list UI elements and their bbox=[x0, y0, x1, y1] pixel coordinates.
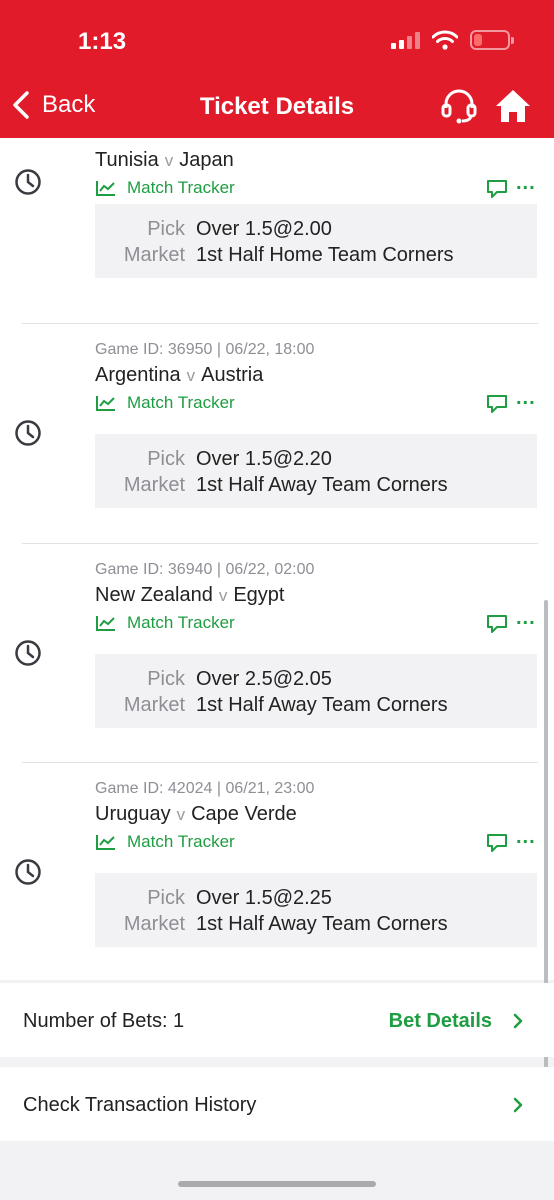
home-team: New Zealand bbox=[95, 584, 213, 606]
pick-label: Pick bbox=[147, 218, 185, 240]
number-of-bets: Number of Bets: 1 bbox=[23, 1010, 185, 1032]
match-teams: Argentina v Austria bbox=[95, 364, 263, 387]
clock-icon bbox=[15, 859, 41, 885]
divider bbox=[22, 762, 538, 763]
chat-bubble-icon[interactable] bbox=[486, 179, 508, 199]
match-tracker-link[interactable]: Match Tracker bbox=[95, 178, 235, 198]
chat-bubble-icon[interactable] bbox=[486, 394, 508, 414]
bet-item: Tunisia v Japan Match Tracker ... Pick Ove… bbox=[0, 138, 554, 328]
home-team: Tunisia bbox=[95, 149, 159, 171]
market-label: Market bbox=[123, 913, 185, 935]
line-chart-icon bbox=[96, 181, 115, 196]
away-team: Cape Verde bbox=[191, 803, 297, 825]
match-tracker-link[interactable]: Match Tracker bbox=[95, 832, 235, 852]
match-tracker-label: Match Tracker bbox=[127, 393, 235, 412]
pick-value: Over 1.5@2.20 bbox=[196, 448, 332, 470]
pick-value: Over 1.5@2.00 bbox=[196, 218, 332, 240]
transaction-history-row[interactable]: Check Transaction History bbox=[0, 1067, 554, 1141]
match-tracker-link[interactable]: Match Tracker bbox=[95, 613, 235, 633]
chevron-right-icon bbox=[513, 1097, 523, 1113]
cellular-signal-icon bbox=[391, 31, 420, 49]
pick-value: Over 2.5@2.05 bbox=[196, 668, 332, 690]
vs-label: v bbox=[164, 151, 174, 170]
bets-list[interactable]: Tunisia v Japan Match Tracker ... Pick Ove… bbox=[0, 138, 554, 980]
vs-label: v bbox=[186, 366, 196, 385]
vs-label: v bbox=[218, 586, 228, 605]
match-tracker-label: Match Tracker bbox=[127, 613, 235, 632]
pick-value: Over 1.5@2.25 bbox=[196, 887, 332, 909]
pick-label: Pick bbox=[147, 448, 185, 470]
more-options-button[interactable]: ... bbox=[516, 172, 536, 195]
line-chart-icon bbox=[96, 396, 115, 411]
match-teams: Uruguay v Cape Verde bbox=[95, 803, 297, 826]
pick-label: Pick bbox=[147, 668, 185, 690]
home-icon[interactable] bbox=[494, 88, 532, 124]
pick-label: Pick bbox=[147, 887, 185, 909]
header: 1:13 Back Ticket Details bbox=[0, 0, 554, 138]
more-options-button[interactable]: ... bbox=[516, 607, 536, 630]
market-label: Market bbox=[123, 244, 185, 266]
match-teams: New Zealand v Egypt bbox=[95, 584, 285, 607]
game-info: Game ID: 36950 | 06/22, 18:00 bbox=[95, 341, 315, 358]
line-chart-icon bbox=[96, 616, 115, 631]
market-value: 1st Half Home Team Corners bbox=[196, 244, 454, 266]
bet-details-link[interactable]: Bet Details bbox=[389, 1010, 492, 1033]
divider bbox=[22, 543, 538, 544]
bet-summary-row[interactable]: Number of Bets: 1 Bet Details bbox=[0, 983, 554, 1057]
away-team: Austria bbox=[201, 364, 264, 386]
chat-bubble-icon[interactable] bbox=[486, 614, 508, 634]
nav-bar: Back Ticket Details bbox=[0, 80, 554, 136]
market-value: 1st Half Away Team Corners bbox=[196, 694, 448, 716]
bet-item: Game ID: 36940 | 06/22, 02:00 New Zealan… bbox=[0, 543, 554, 763]
home-team: Uruguay bbox=[95, 803, 171, 825]
market-label: Market bbox=[123, 694, 185, 716]
pick-details: Pick Over 1.5@2.20 Market 1st Half Away … bbox=[95, 434, 537, 508]
match-tracker-label: Match Tracker bbox=[127, 832, 235, 851]
away-team: Japan bbox=[179, 149, 234, 171]
bet-item: Game ID: 42024 | 06/21, 23:00 Uruguay v Ca… bbox=[0, 762, 554, 980]
pick-details: Pick Over 2.5@2.05 Market 1st Half Away … bbox=[95, 654, 537, 728]
away-team: Egypt bbox=[233, 584, 285, 606]
match-teams: Tunisia v Japan bbox=[95, 149, 234, 172]
market-value: 1st Half Away Team Corners bbox=[196, 474, 448, 496]
chat-bubble-icon[interactable] bbox=[486, 833, 508, 853]
game-info: Game ID: 36940 | 06/22, 02:00 bbox=[95, 561, 315, 578]
home-indicator bbox=[178, 1181, 376, 1187]
pick-details: Pick Over 1.5@2.00 Market 1st Half Home … bbox=[95, 204, 537, 278]
clock-icon bbox=[15, 640, 41, 666]
transaction-history-label: Check Transaction History bbox=[23, 1094, 257, 1116]
chevron-right-icon bbox=[513, 1013, 523, 1029]
clock-icon bbox=[15, 169, 41, 195]
headset-icon[interactable] bbox=[440, 88, 478, 124]
status-icons bbox=[391, 30, 514, 50]
game-info: Game ID: 42024 | 06/21, 23:00 bbox=[95, 780, 315, 797]
market-value: 1st Half Away Team Corners bbox=[196, 913, 448, 935]
status-time: 1:13 bbox=[78, 28, 127, 55]
wifi-icon bbox=[432, 30, 458, 50]
home-team: Argentina bbox=[95, 364, 181, 386]
battery-icon bbox=[470, 30, 514, 50]
pick-details: Pick Over 1.5@2.25 Market 1st Half Away … bbox=[95, 873, 537, 947]
line-chart-icon bbox=[96, 835, 115, 850]
more-options-button[interactable]: ... bbox=[516, 826, 536, 849]
clock-icon bbox=[15, 420, 41, 446]
divider bbox=[22, 323, 538, 324]
more-options-button[interactable]: ... bbox=[516, 387, 536, 410]
match-tracker-link[interactable]: Match Tracker bbox=[95, 393, 235, 413]
match-tracker-label: Match Tracker bbox=[127, 178, 235, 197]
bet-item: Game ID: 36950 | 06/22, 18:00 Argentina v… bbox=[0, 323, 554, 543]
vs-label: v bbox=[176, 805, 186, 824]
market-label: Market bbox=[123, 474, 185, 496]
